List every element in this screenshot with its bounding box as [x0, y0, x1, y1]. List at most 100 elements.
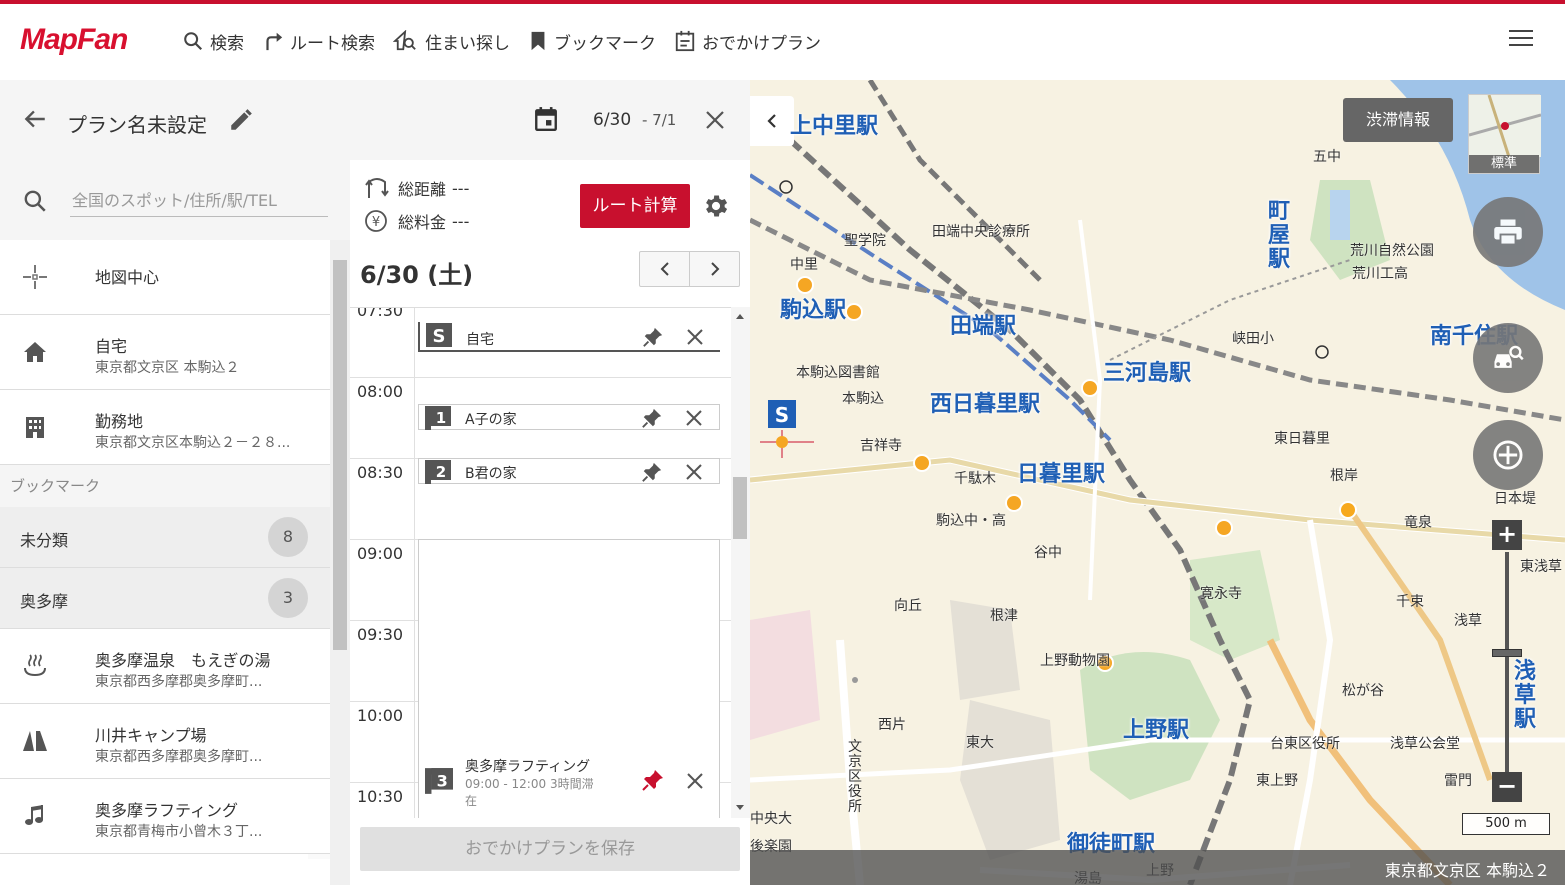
map-label: 根岸	[1330, 468, 1358, 484]
route-summary: 総距離 --- ¥ 総料金 --- ルート計算	[350, 160, 750, 250]
printer-icon	[1494, 219, 1522, 246]
map-label: 台東区役所	[1270, 736, 1340, 752]
nav-route-label: ルート検索	[290, 33, 375, 54]
map-label: 千束	[1396, 594, 1424, 610]
stop-start[interactable]: S 自宅	[418, 322, 720, 352]
bookmark-items: 奥多摩温泉 もえぎの湯 東京都西多摩郡奥多摩町... 川井キャンプ場 東京都西多…	[0, 629, 330, 859]
station-label[interactable]: 日暮里駅	[1017, 456, 1105, 488]
timeline-scrollbar[interactable]	[731, 307, 750, 818]
list-item[interactable]: 川井キャンプ場 東京都西多摩郡奥多摩町...	[0, 704, 330, 779]
station-label[interactable]: 町屋駅	[1268, 200, 1292, 272]
chevron-left-icon	[767, 114, 776, 128]
hot-spring-icon	[24, 654, 46, 677]
calendar-icon[interactable]	[533, 106, 559, 132]
station-label[interactable]: 三河島駅	[1103, 355, 1191, 387]
map-canvas[interactable]: S	[750, 80, 1565, 885]
list-item-address: 東京都文京区 本駒込２	[95, 360, 240, 376]
list-item[interactable]: 奥多摩ラフティング 東京都青梅市小曾木３丁...	[0, 779, 330, 854]
map-label: 浅草公会堂	[1390, 736, 1460, 752]
svg-text:2: 2	[436, 463, 446, 481]
list-item-map-center[interactable]: 地図中心	[0, 240, 330, 315]
distance-value: ---	[452, 178, 470, 198]
map-label: 根津	[990, 608, 1018, 624]
map-label: 竜泉	[1404, 515, 1432, 531]
map-label: 西片	[878, 717, 906, 733]
search-input[interactable]	[70, 185, 328, 217]
nav-search[interactable]: 検索	[182, 26, 244, 56]
list-item-home[interactable]: 自宅 東京都文京区 本駒込２	[0, 315, 330, 390]
nav-route[interactable]: ルート検索	[262, 26, 375, 56]
main-nav: 検索 ルート検索 住まい探し ブックマーク おでかけプラン	[182, 26, 839, 56]
stop-3-card[interactable]: 3 奥多摩ラフティング 09:00 - 12:00 3時間滞 在	[418, 539, 720, 818]
pencil-icon[interactable]	[228, 107, 254, 133]
home-icon	[24, 342, 46, 362]
collapse-panel-button[interactable]	[750, 96, 794, 146]
nav-bookmark[interactable]: ブックマーク	[528, 26, 656, 56]
car-search-button[interactable]	[1473, 323, 1543, 393]
map-label: 東日暮里	[1274, 431, 1330, 447]
hamburger-menu-icon[interactable]	[1509, 30, 1533, 52]
map-label: 浅草	[1454, 613, 1482, 629]
pin-active-icon[interactable]	[641, 768, 665, 792]
station-label[interactable]: 田端駅	[950, 308, 1016, 340]
pin-icon[interactable]	[642, 326, 664, 348]
car-search-icon	[1494, 345, 1524, 368]
bookmark-category[interactable]: 奥多摩 3	[0, 568, 330, 629]
zoom-out-button[interactable]: −	[1492, 772, 1522, 802]
nav-housing[interactable]: 住まい探し	[393, 26, 510, 56]
schedule-timeline: 07:30 08:00 08:30 09:00 09:30 10:00 10:3…	[350, 307, 735, 818]
stop-name: 奥多摩ラフティング	[465, 759, 591, 775]
station-label[interactable]: 西日暮里駅	[930, 386, 1040, 418]
remove-icon[interactable]	[685, 771, 705, 791]
mapfan-logo[interactable]: MapFan	[20, 24, 128, 56]
stop-time: 09:00 - 12:00 3時間滞	[465, 777, 594, 791]
spot-list: 地図中心 自宅 東京都文京区 本駒込２ 勤務地 東京都文京区本駒込２－２８...…	[0, 240, 330, 885]
back-arrow-icon[interactable]	[22, 106, 48, 132]
next-day-button[interactable]	[690, 252, 739, 286]
traffic-info-button[interactable]: 渋滞情報	[1343, 98, 1453, 142]
zoom-slider-knob[interactable]	[1492, 649, 1522, 657]
pin-icon[interactable]	[641, 461, 663, 483]
list-item-address: 東京都青梅市小曾木３丁...	[95, 824, 263, 840]
prev-day-button[interactable]	[640, 252, 690, 286]
zoom-control: + −	[1490, 520, 1524, 810]
current-location-button[interactable]	[1473, 420, 1543, 490]
map-label: 中里	[790, 257, 818, 273]
list-item-address: 東京都西多摩郡奥多摩町...	[95, 674, 263, 690]
zoom-in-button[interactable]: +	[1492, 520, 1522, 550]
nav-plan[interactable]: おでかけプラン	[674, 26, 821, 56]
svg-text:3: 3	[437, 771, 448, 790]
map-label: 向丘	[894, 598, 922, 614]
gear-icon[interactable]	[702, 192, 730, 220]
bookmark-category[interactable]: 未分類 8	[0, 507, 330, 568]
close-icon[interactable]	[703, 108, 727, 132]
list-item[interactable]: 奥多摩温泉 もえぎの湯 東京都西多摩郡奥多摩町...	[0, 629, 330, 704]
map-label: 東上野	[1256, 773, 1298, 789]
plan-header: プラン名未設定 6/30 - 7/1	[0, 80, 750, 160]
station-label[interactable]: 駒込駅	[780, 292, 846, 324]
plan-dates[interactable]: 6/30 - 7/1	[593, 110, 676, 130]
day-title: 6/30 (土)	[360, 261, 474, 289]
route-calc-button[interactable]: ルート計算	[580, 184, 690, 228]
stop-1[interactable]: 1 A子の家	[418, 404, 720, 430]
category-label: 未分類	[20, 531, 69, 550]
remove-icon[interactable]	[685, 327, 705, 347]
zoom-rail[interactable]	[1505, 552, 1509, 778]
map-view[interactable]: S 上中里駅 駒込駅 田端駅 西日暮里駅 三河島駅 日暮里駅 上野駅 御徒町駅 …	[750, 80, 1565, 885]
list-item-title: 勤務地	[95, 412, 144, 431]
list-item-work[interactable]: 勤務地 東京都文京区本駒込２－２８...	[0, 390, 330, 465]
pin-icon[interactable]	[641, 407, 663, 429]
remove-icon[interactable]	[684, 462, 704, 482]
station-label[interactable]: 上中里駅	[790, 108, 878, 140]
scrollbar-thumb[interactable]	[733, 477, 747, 539]
left-scrollbar[interactable]	[330, 240, 350, 885]
building-icon	[26, 417, 44, 438]
print-button[interactable]	[1473, 197, 1543, 267]
map-layer-selector[interactable]: 標準	[1468, 94, 1542, 174]
station-label[interactable]: 上野駅	[1123, 712, 1189, 744]
scrollbar-thumb[interactable]	[333, 260, 347, 650]
stop-2[interactable]: 2 B君の家	[418, 458, 720, 484]
house-search-icon	[393, 30, 416, 51]
save-plan-button[interactable]: おでかけプランを保存	[360, 827, 740, 871]
remove-icon[interactable]	[684, 408, 704, 428]
